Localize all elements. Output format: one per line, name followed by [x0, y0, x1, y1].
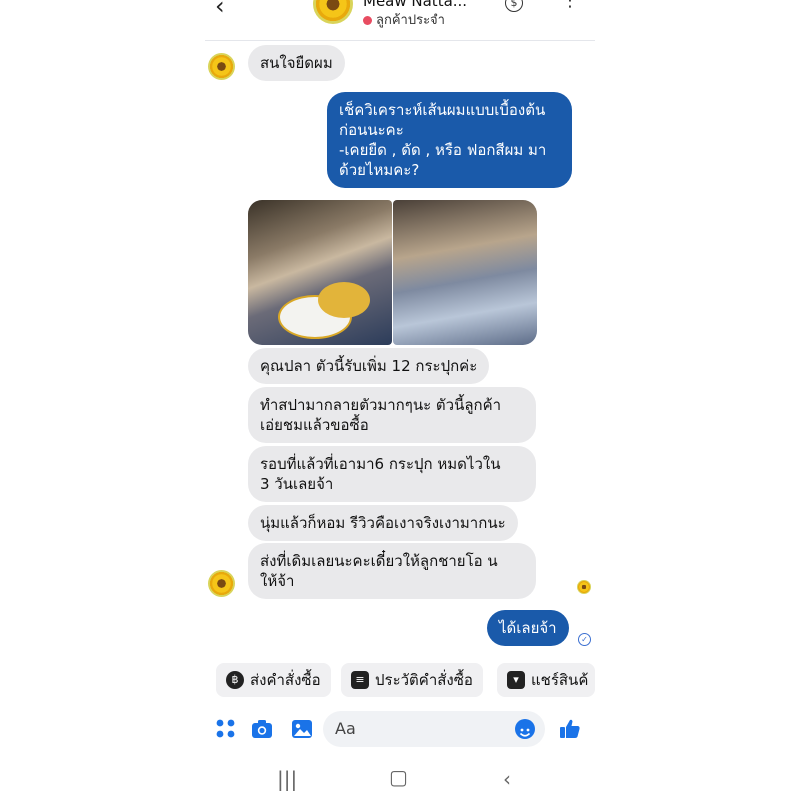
input-placeholder: Aa: [335, 719, 356, 738]
send-order-chip[interactable]: ฿ ส่งคำสั่งซื้อ: [216, 663, 331, 697]
message-text: ให้จ้า: [260, 572, 295, 590]
message-bubble-incoming[interactable]: ทำสปามากลายตัวมากๆนะ ตัวนี้ลูกค้า เอ่ยชม…: [248, 387, 536, 443]
message-bubble-incoming[interactable]: ส่งที่เดิมเลยนะคะเดี๋ยวให้ลูกชายโอ น ให้…: [248, 543, 536, 599]
message-text: เอ่ยชมแล้วขอซื้อ: [260, 416, 369, 434]
message-text: ด้วยไหมคะ?: [339, 161, 420, 179]
message-text: ได้เลยจ้า: [499, 619, 557, 637]
message-bubble-incoming[interactable]: สนใจยืดผม: [248, 45, 345, 81]
more-options-icon[interactable]: ⋮: [561, 0, 579, 11]
chip-label: ส่งคำสั่งซื้อ: [250, 671, 321, 689]
composer-bar: Aa: [205, 706, 595, 752]
back-nav-icon[interactable]: ‹: [503, 767, 511, 791]
message-text: ก่อนนะคะ: [339, 121, 404, 139]
baht-icon: ฿: [226, 671, 244, 689]
message-text: ส่งที่เดิมเลยนะคะเดี๋ยวให้ลูกชายโอ น: [260, 552, 498, 570]
chip-label: แชร์สินค้: [531, 671, 589, 689]
gallery-icon[interactable]: [291, 718, 313, 740]
message-text: นุ่มแล้วก็หอม รีวิวคือเงาจริงเงามากนะ: [260, 514, 506, 532]
hair-treatment-photo[interactable]: [248, 200, 392, 345]
apps-grid-icon[interactable]: [215, 718, 237, 740]
message-text: เช็ควิเคราะห์เส้นผมแบบเบื้องต้น: [339, 101, 546, 119]
chat-header: ‹ Meaw Natta... ลูกค้าประจำ $ ⋮: [205, 0, 595, 41]
sender-avatar[interactable]: [208, 570, 235, 597]
shop-bag-icon: ▾: [507, 671, 525, 689]
message-text: ทำสปามากลายตัวมากๆนะ ตัวนี้ลูกค้า: [260, 396, 502, 414]
read-receipt-avatar: [577, 580, 591, 594]
emoji-icon[interactable]: [515, 719, 535, 739]
receipt-icon: ≡: [351, 671, 369, 689]
message-text: สนใจยืดผม: [260, 54, 333, 72]
sender-avatar[interactable]: [208, 53, 235, 80]
home-icon[interactable]: ▢: [389, 765, 408, 789]
message-text: 3 วันเลยจ้า: [260, 475, 334, 493]
contact-status: ลูกค้าประจำ: [363, 9, 445, 30]
hair-treatment-photo[interactable]: [393, 200, 537, 345]
message-text: คุณปลา ตัวนี้รับเพิ่ม 12 กระปุกค่ะ: [260, 357, 478, 375]
payment-icon[interactable]: $: [505, 0, 523, 12]
camera-icon[interactable]: [251, 718, 273, 740]
customer-tag-dot-icon: [363, 16, 372, 25]
message-text: -เคยยืด , ดัด , หรือ ฟอกสีผม มา: [339, 141, 547, 159]
message-bubble-outgoing[interactable]: ได้เลยจ้า: [487, 610, 569, 646]
message-bubble-incoming[interactable]: คุณปลา ตัวนี้รับเพิ่ม 12 กระปุกค่ะ: [248, 348, 490, 384]
order-history-chip[interactable]: ≡ ประวัติคำสั่งซื้อ: [341, 663, 483, 697]
message-input[interactable]: Aa: [323, 711, 545, 747]
message-text: รอบที่แล้วที่เอามา6 กระปุก หมดไวใน: [260, 455, 501, 473]
message-bubble-outgoing[interactable]: เช็ควิเคราะห์เส้นผมแบบเบื้องต้น ก่อนนะคะ…: [327, 92, 572, 188]
system-nav-bar: ||| ▢ ‹: [205, 755, 595, 800]
sent-check-icon: ✓: [578, 633, 591, 646]
customer-tag-label: ลูกค้าประจำ: [376, 13, 445, 28]
message-bubble-incoming[interactable]: รอบที่แล้วที่เอามา6 กระปุก หมดไวใน 3 วัน…: [248, 446, 536, 502]
contact-avatar[interactable]: [313, 0, 353, 24]
share-product-chip[interactable]: ▾ แชร์สินค้: [497, 663, 595, 697]
back-icon[interactable]: ‹: [215, 0, 225, 20]
jar-lid-shape: [318, 282, 370, 318]
recent-apps-icon[interactable]: |||: [277, 767, 297, 791]
message-bubble-incoming[interactable]: นุ่มแล้วก็หอม รีวิวคือเงาจริงเงามากนะ: [248, 505, 518, 541]
chip-label: ประวัติคำสั่งซื้อ: [375, 671, 473, 689]
messenger-screen: ‹ Meaw Natta... ลูกค้าประจำ $ ⋮ สนใจยืดผ…: [205, 0, 595, 800]
like-thumb-icon[interactable]: [559, 718, 581, 740]
